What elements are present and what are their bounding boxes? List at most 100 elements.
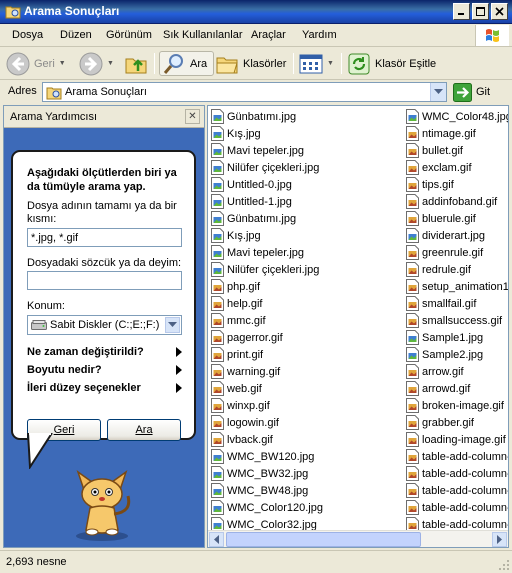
- file-item[interactable]: WMC_BW32.jpg: [211, 465, 308, 482]
- scrollbar-thumb[interactable]: [226, 532, 421, 547]
- file-item[interactable]: help.gif: [211, 295, 262, 312]
- file-item[interactable]: setup_animation1: [406, 278, 508, 295]
- resize-grip-icon[interactable]: [498, 559, 510, 571]
- file-item[interactable]: Nilüfer çiçekleri.jpg: [211, 159, 319, 176]
- file-item[interactable]: pagerror.gif: [211, 329, 283, 346]
- file-item[interactable]: Mavi tepeler.jpg: [211, 244, 304, 261]
- option-date-modified[interactable]: Ne zaman değiştirildi?: [27, 346, 182, 358]
- file-item[interactable]: Untitled-1.jpg: [211, 193, 292, 210]
- location-dropdown-button[interactable]: [165, 317, 180, 333]
- jpg-file-icon: [211, 126, 224, 141]
- file-name: table-add-column-: [422, 518, 509, 531]
- file-item[interactable]: table-add-column-: [406, 482, 508, 499]
- word-input[interactable]: [27, 271, 182, 290]
- file-item[interactable]: warning.gif: [211, 363, 280, 380]
- file-item[interactable]: winxp.gif: [211, 397, 270, 414]
- chevron-down-icon[interactable]: ▼: [327, 60, 334, 67]
- close-pane-icon[interactable]: ✕: [185, 109, 200, 124]
- forward-button[interactable]: ▼: [79, 51, 114, 76]
- file-item[interactable]: Günbatımı.jpg: [211, 210, 296, 227]
- views-button[interactable]: ▼: [299, 51, 334, 76]
- file-item[interactable]: exclam.gif: [406, 159, 472, 176]
- address-input[interactable]: Arama Sonuçları: [42, 82, 447, 102]
- filename-input[interactable]: [27, 228, 182, 247]
- menu-help[interactable]: Yardım: [302, 29, 337, 41]
- file-item[interactable]: Kış.jpg: [211, 227, 261, 244]
- folder-search-icon: [5, 6, 21, 19]
- file-item[interactable]: WMC_Color48.jpg: [406, 108, 508, 125]
- scroll-left-button[interactable]: [209, 532, 224, 547]
- maximize-button[interactable]: [472, 3, 489, 20]
- maximize-icon: [476, 7, 485, 16]
- location-value: Sabit Diskler (C:;E:;F:): [50, 319, 160, 331]
- file-item[interactable]: smallsuccess.gif: [406, 312, 502, 329]
- horizontal-scrollbar[interactable]: [208, 530, 508, 547]
- file-item[interactable]: loading-image.gif: [406, 431, 506, 448]
- go-button[interactable]: Git: [453, 82, 490, 102]
- file-item[interactable]: table-add-column-: [406, 465, 509, 482]
- file-item[interactable]: table-add-column-: [406, 499, 508, 516]
- file-item[interactable]: WMC_BW120.jpg: [211, 448, 314, 465]
- menu-edit[interactable]: Düzen: [60, 29, 92, 41]
- file-item[interactable]: ntimage.gif: [406, 125, 476, 142]
- search-button[interactable]: Ara: [159, 51, 215, 76]
- minimize-button[interactable]: [453, 3, 470, 20]
- back-button[interactable]: Geri ▼: [6, 51, 66, 76]
- file-item[interactable]: dividerart.jpg: [406, 227, 485, 244]
- file-item[interactable]: redrule.gif: [406, 261, 471, 278]
- up-folder-button[interactable]: [124, 51, 148, 76]
- chevron-down-icon: [168, 322, 177, 327]
- file-item[interactable]: arrow.gif: [406, 363, 464, 380]
- file-item[interactable]: bullet.gif: [406, 142, 463, 159]
- option-advanced[interactable]: İleri düzey seçenekler: [27, 382, 182, 394]
- menu-view[interactable]: Görünüm: [106, 29, 152, 41]
- folders-button[interactable]: Klasörler: [215, 51, 286, 76]
- close-button[interactable]: [491, 3, 508, 20]
- start-search-button[interactable]: Ara: [107, 419, 181, 441]
- file-item[interactable]: lvback.gif: [211, 431, 273, 448]
- file-item[interactable]: smallfail.gif: [406, 295, 476, 312]
- file-item[interactable]: Mavi tepeler.jpg: [211, 142, 304, 159]
- file-item[interactable]: arrowd.gif: [406, 380, 470, 397]
- location-select[interactable]: Sabit Diskler (C:;E:;F:): [27, 315, 182, 335]
- file-item[interactable]: broken-image.gif: [406, 397, 504, 414]
- file-item[interactable]: Sample1.jpg: [406, 329, 483, 346]
- jpg-file-icon: [211, 228, 224, 243]
- file-item[interactable]: mmc.gif: [211, 312, 266, 329]
- file-item[interactable]: greenrule.gif: [406, 244, 483, 261]
- file-item[interactable]: tips.gif: [406, 176, 454, 193]
- file-item[interactable]: Kış.jpg: [211, 125, 261, 142]
- file-item[interactable]: logowin.gif: [211, 414, 279, 431]
- title-bar[interactable]: Arama Sonuçları: [0, 0, 512, 24]
- file-item[interactable]: grabber.gif: [406, 414, 474, 431]
- menu-bar: Dosya Düzen Görünüm Sık Kullanılanlar Ar…: [0, 24, 512, 47]
- hard-disk-icon: [31, 320, 47, 330]
- menu-tools[interactable]: Araçlar: [251, 29, 286, 41]
- folder-sync-button[interactable]: Klasör Eşitle: [347, 51, 436, 76]
- address-dropdown-button[interactable]: [430, 83, 446, 101]
- file-item[interactable]: php.gif: [211, 278, 260, 295]
- file-item[interactable]: WMC_BW48.jpg: [211, 482, 308, 499]
- option-size[interactable]: Boyutu nedir?: [27, 364, 182, 376]
- file-item[interactable]: Untitled-0.jpg: [211, 176, 292, 193]
- file-item[interactable]: Günbatımı.jpg: [211, 108, 296, 125]
- file-item[interactable]: web.gif: [211, 380, 262, 397]
- scroll-right-button[interactable]: [492, 532, 507, 547]
- file-item[interactable]: bluerule.gif: [406, 210, 476, 227]
- option-date-modified-label: Ne zaman değiştirildi?: [27, 346, 144, 358]
- file-item[interactable]: Sample2.jpg: [406, 346, 483, 363]
- file-item[interactable]: table-add-column-: [406, 448, 508, 465]
- window-title: Arama Sonuçları: [24, 4, 120, 18]
- menu-favorites[interactable]: Sık Kullanılanlar: [163, 29, 243, 41]
- gif-file-icon: [406, 432, 419, 447]
- file-item[interactable]: addinfoband.gif: [406, 193, 497, 210]
- file-name: table-add-column-: [422, 467, 509, 480]
- chevron-down-icon[interactable]: ▼: [59, 60, 66, 67]
- menu-file[interactable]: Dosya: [12, 29, 43, 41]
- file-name: logowin.gif: [227, 416, 279, 429]
- chevron-down-icon[interactable]: ▼: [107, 60, 114, 67]
- file-name: Nilüfer çiçekleri.jpg: [227, 263, 320, 276]
- file-item[interactable]: print.gif: [211, 346, 263, 363]
- file-item[interactable]: WMC_Color120.jpg: [211, 499, 323, 516]
- file-item[interactable]: Nilüfer çiçekleri.jpg: [211, 261, 319, 278]
